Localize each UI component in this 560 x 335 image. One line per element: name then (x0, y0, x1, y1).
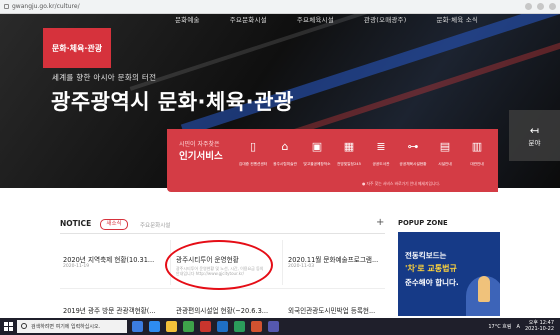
notice-item-title[interactable]: 2019년 광주 방문 관광객현황(... (63, 305, 156, 315)
app-icon[interactable] (200, 321, 211, 332)
facility-icon: ▤ (439, 140, 451, 153)
nav-item-tourism[interactable]: 관광(오매광주) (364, 14, 407, 24)
browser-action-icons (525, 2, 556, 12)
notice-item-date: 2020-11-19 (63, 264, 90, 269)
service-label: 광주시립미술관 (273, 162, 297, 166)
service-label: 전망및일정245 (336, 162, 361, 166)
file-explorer-icon[interactable] (166, 321, 177, 332)
service-item[interactable]: ▤ 시설안내 (429, 140, 461, 167)
service-item[interactable]: ▦ 전망및일정245 (333, 140, 365, 167)
lock-icon (4, 4, 9, 9)
edge-icon[interactable] (149, 321, 160, 332)
taskbar-search-placeholder: 검색하려면 여기에 입력하십시오. (31, 324, 101, 330)
popup-line-3: 준수해야 합니다. (405, 278, 459, 287)
windows-taskbar: 검색하려면 여기에 입력하십시오. 17°C 흐림 A 오후 12:47 202… (0, 318, 560, 335)
service-item[interactable]: ⊶ 공공체육시설현황 (397, 140, 429, 167)
chrome-icon[interactable] (183, 321, 194, 332)
category-button-label: 분야 (528, 138, 541, 147)
url-text: gwangju.go.kr/culture/ (12, 3, 80, 10)
taskbar-search-box[interactable]: 검색하려면 여기에 입력하십시오. (17, 320, 127, 333)
divider (60, 233, 385, 234)
service-label: 시설안내 (438, 162, 452, 166)
services-subtitle: 시민이 자주찾은 (179, 141, 220, 148)
section-badge[interactable]: 문화·체육·관광 (43, 28, 111, 68)
taskbar-apps (132, 321, 279, 332)
teams-icon[interactable] (268, 321, 279, 332)
rider-illustration (478, 276, 490, 302)
tab-news[interactable]: 새소식 (100, 219, 128, 230)
popup-line-2: '차'로 교통법규 (405, 264, 457, 273)
column-divider (282, 240, 283, 285)
arrow-left-icon: ↤ (529, 123, 540, 137)
search-icon (21, 323, 27, 329)
rental-icon: ▥ (471, 140, 483, 153)
services-note: ● 자주 찾는 서비스 바로가기 안내 메세지입니다. (362, 181, 441, 186)
more-icon[interactable]: + (376, 217, 384, 228)
category-button[interactable]: ↤ 분야 (509, 110, 560, 161)
top-navigation: 문화예술 주요문화시설 주요체육시설 관광(오매광주) 문화·체육 소식 (175, 14, 478, 24)
ime-indicator[interactable]: A (517, 324, 520, 330)
nav-item-culture-facilities[interactable]: 주요문화시설 (230, 14, 267, 24)
highlight-annotation-circle (165, 240, 273, 290)
service-item[interactable]: ▯ 김대중 컨벤션센터 (237, 140, 269, 167)
notice-item-title[interactable]: 2020년 지역축제 현황(10.31... (63, 254, 154, 264)
weather-widget[interactable]: 17°C 흐림 (488, 323, 511, 330)
task-view-icon[interactable] (132, 321, 143, 332)
book-icon: ≣ (376, 140, 386, 153)
popup-zone-heading: POPUP ZONE (398, 219, 448, 227)
service-label: 빛고을공예창작소 (303, 162, 331, 166)
nav-item-news[interactable]: 문화·체육 소식 (436, 14, 478, 24)
profile-icon[interactable] (537, 3, 544, 10)
popular-services-panel: 시민이 자주찾은 인기서비스 ▯ 김대중 컨벤션센터 ⌂ 광주시립미술관 ▣ 빛고을공… (167, 129, 498, 192)
services-list: ▯ 김대중 컨벤션센터 ⌂ 광주시립미술관 ▣ 빛고을공예창작소 ▦ 전망및일정245 … (237, 140, 493, 167)
decorative-streak (180, 14, 560, 137)
service-item[interactable]: ⌂ 광주시립미술관 (269, 140, 301, 167)
notice-item-title[interactable]: 관광편의시설업 현황(~20.6.3... (176, 305, 268, 315)
browser-toolbar: gwangju.go.kr/culture/ (0, 0, 560, 14)
extension-icon[interactable] (525, 3, 532, 10)
hero-headline: 광주광역시 문화·체육·관광 (51, 90, 294, 114)
popup-line-1: 전동킥보드는 (405, 251, 447, 260)
notice-item-title[interactable]: 2020.11월 문화예술프로그램... (288, 254, 378, 264)
theater-icon: ▣ (311, 140, 323, 153)
windows-start-icon[interactable] (4, 322, 13, 331)
service-label: 대관안내 (470, 162, 484, 166)
notice-item-title[interactable]: 외국인관광도시민박업 등록현... (288, 305, 375, 315)
clock[interactable]: 오후 12:47 2021-10-22 (524, 320, 554, 332)
service-item[interactable]: ▣ 빛고을공예창작소 (301, 140, 333, 167)
tab-facilities[interactable]: 주요문화시설 (140, 221, 170, 229)
notice-heading: NOTICE (60, 219, 92, 228)
gym-icon: ⊶ (407, 140, 419, 153)
popup-banner[interactable]: 전동킥보드는 '차'로 교통법규 준수해야 합니다. (398, 232, 500, 316)
excel-icon[interactable] (234, 321, 245, 332)
service-label: 공공도서관 (372, 162, 390, 166)
address-bar[interactable]: gwangju.go.kr/culture/ (4, 2, 224, 12)
clock-date: 2021-10-22 (524, 325, 554, 332)
nav-item-arts[interactable]: 문화예술 (175, 14, 200, 24)
service-label: 공공체육시설현황 (399, 162, 427, 166)
powerpoint-icon[interactable] (251, 321, 262, 332)
service-item[interactable]: ≣ 공공도서관 (365, 140, 397, 167)
hero-tagline: 세계를 향한 아시아 문화의 터전 (52, 73, 157, 82)
services-title: 인기서비스 (179, 151, 223, 162)
nav-item-sports-facilities[interactable]: 주요체육시설 (297, 14, 334, 24)
service-label: 김대중 컨벤션센터 (238, 162, 268, 166)
building-icon: ▯ (249, 140, 257, 153)
system-tray: 17°C 흐림 A 오후 12:47 2021-10-22 (488, 320, 554, 333)
notice-item-date: 2020-11-03 (288, 264, 315, 269)
word-icon[interactable] (217, 321, 228, 332)
calendar-icon: ▦ (343, 140, 355, 153)
menu-icon[interactable] (549, 3, 556, 10)
service-item[interactable]: ▥ 대관안내 (461, 140, 493, 167)
gallery-icon: ⌂ (281, 140, 289, 153)
